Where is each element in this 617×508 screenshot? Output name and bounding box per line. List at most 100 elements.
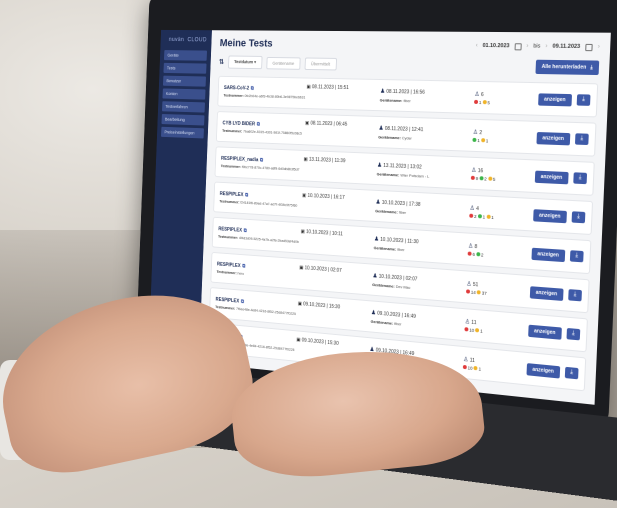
row-actions: anzeigen ⤓ [532,208,586,224]
test-name-link[interactable]: SARS-CoV-2⧉ [224,85,307,93]
chevron-left-icon[interactable]: ‹ [476,43,478,49]
submit-date: 09.10.2023 | 16:49 [377,310,416,320]
test-name-link[interactable]: RESPIPLEX_nadia⧉ [221,156,304,165]
sidebar-item-testverfahren[interactable]: Testverfahren [162,101,205,113]
submit-info: ♟ 13.11.2023 | 13:02 Gerätename: Wier Po… [377,162,472,181]
download-icon[interactable]: ⤓ [576,93,591,106]
test-number-value: f9bc778-870c-4780-a8f9-6d0db8b3f5d7 [241,165,300,172]
result-count: 2 [479,129,483,136]
show-button[interactable]: anzeigen [532,208,567,223]
submit-date: 10.10.2023 | 17:38 [381,199,421,208]
user-icon: ♟ [380,88,386,95]
test-name-link[interactable]: CYB LYD BIDER⧉ [222,121,305,129]
testnummer-label: Testnummer: [222,128,243,134]
sample-icon: ♙ [474,91,480,98]
result-dots: 14 37 [466,289,515,298]
device-name-value: fiber [398,209,407,215]
device-name: Gerätename: fiber [380,98,475,105]
sample-icon: ♙ [467,243,474,250]
yellow-dot-icon [487,176,492,182]
chevron-right-icon[interactable]: › [526,43,528,49]
submit-info: ♟ 10.10.2023 | 11:30 Gerätename: fiber [374,236,469,257]
result-summary: ♙ 16 9 2 5 [470,166,521,182]
test-date: ▣ 10.10.2023 | 10:11 [301,229,375,240]
download-icon[interactable]: ⤓ [574,132,589,145]
chevron-right-icon[interactable]: › [545,44,547,50]
yellow-count: 5 [487,99,491,105]
external-link-icon[interactable]: ⧉ [241,299,244,305]
download-all-button[interactable]: Alle herunterladen ⤓ [535,59,600,76]
result-dots: 9 2 5 [470,175,520,182]
red-count: 9 [475,175,479,181]
external-link-icon[interactable]: ⧉ [242,264,245,270]
result-dots: 2 1 1 [469,213,518,221]
submit-date: 13.11.2023 | 13:02 [383,162,422,171]
device-icon: ▣ [297,301,303,308]
green-count: 1 [482,213,486,220]
download-icon[interactable]: ⤓ [569,249,584,262]
external-link-icon[interactable]: ⧉ [244,228,247,234]
result-summary: ♙ 11 10 1 [462,355,512,374]
yellow-count: 1 [491,214,494,220]
calendar-icon[interactable] [514,42,522,50]
sidebar-item-bearbeitung[interactable]: Bearbeitung [161,114,205,126]
red-count: 10 [467,364,473,371]
show-button[interactable]: anzeigen [536,131,571,145]
show-button[interactable]: anzeigen [527,324,562,340]
bis-label: bis [533,43,541,50]
sidebar-item-geraete[interactable]: Geräte [163,50,207,61]
test-date-value: 10.10.2023 | 16:17 [307,193,345,201]
result-count: 4 [476,205,480,212]
chevron-right-icon[interactable]: › [598,44,600,50]
download-icon[interactable]: ⤓ [571,210,586,223]
date-from[interactable]: 01.10.2023 [482,43,509,49]
show-button[interactable]: anzeigen [531,247,566,262]
sidebar-item-benutzer[interactable]: Benutzer [162,75,206,87]
test-date-value: 08.11.2023 | 15:51 [311,84,349,91]
result-summary: ♙ 51 14 37 [466,280,515,298]
sidebar-item-preise[interactable]: Preiseinstellungen [161,126,204,139]
download-icon[interactable]: ⤓ [573,171,588,184]
result-count: 8 [474,243,478,250]
show-button[interactable]: anzeigen [526,362,561,379]
show-button[interactable]: anzeigen [534,170,569,184]
submit-date: 10.10.2023 | 02:07 [378,273,418,283]
testnummer-label: Testnummer: [219,199,240,205]
external-link-icon[interactable]: ⧉ [251,86,254,92]
red-count: 2 [474,213,477,219]
logo-sub: CLOUD [187,37,207,44]
test-info: RESPIPLEX_nadia⧉ Testnummer: f9bc778-870… [221,156,304,172]
device-name-value: Wier Potsdam - L [400,172,430,179]
row-actions: anzeigen ⤓ [526,362,579,380]
result-summary: ♙ 2 1 1 [472,128,522,144]
filter-uebermittelt[interactable]: Übermittelt [304,57,337,70]
filter-geraetename[interactable]: Gerätename [266,56,301,70]
row-actions: anzeigen ⤓ [534,170,588,185]
device-name-value: fiber [397,246,405,253]
submit-info: ♟ 08.11.2023 | 12:41 Gerätename: Cyder [378,125,473,143]
date-to[interactable]: 09.11.2023 [552,44,580,50]
test-number: Testnummer: 0fc2b04e-a6f3-4b38-80b6-3e98… [224,94,307,100]
test-name: RESPIPLEX [215,296,240,305]
test-name: SARS-CoV-2 [223,85,250,92]
external-link-icon[interactable]: ⧉ [245,193,248,199]
result-summary: ♙ 8 6 2 [467,242,518,259]
sort-icon[interactable]: ⇅ [219,58,224,66]
testnummer-label: Testnummer: [216,269,237,276]
sort-select[interactable]: Testdatum ▾ [227,55,263,70]
external-link-icon[interactable]: ⧉ [257,122,260,128]
download-icon[interactable]: ⤓ [568,288,582,301]
download-icon[interactable]: ⤓ [564,366,579,379]
download-icon[interactable]: ⤓ [566,327,581,340]
external-link-icon[interactable]: ⧉ [260,158,263,164]
show-button[interactable]: anzeigen [529,285,564,301]
sidebar-item-konten[interactable]: Konten [162,88,206,100]
row-actions: anzeigen ⤓ [527,324,581,341]
show-button[interactable]: anzeigen [537,92,573,106]
row-actions: anzeigen ⤓ [537,92,591,107]
sidebar-item-tests[interactable]: Tests [163,62,207,74]
test-number: Testnummer: f9bc778-870c-4780-a8f9-6d0db… [221,164,303,172]
calendar-icon[interactable] [585,43,593,51]
yellow-dot-icon [482,100,487,105]
yellow-dot-icon [475,328,480,333]
